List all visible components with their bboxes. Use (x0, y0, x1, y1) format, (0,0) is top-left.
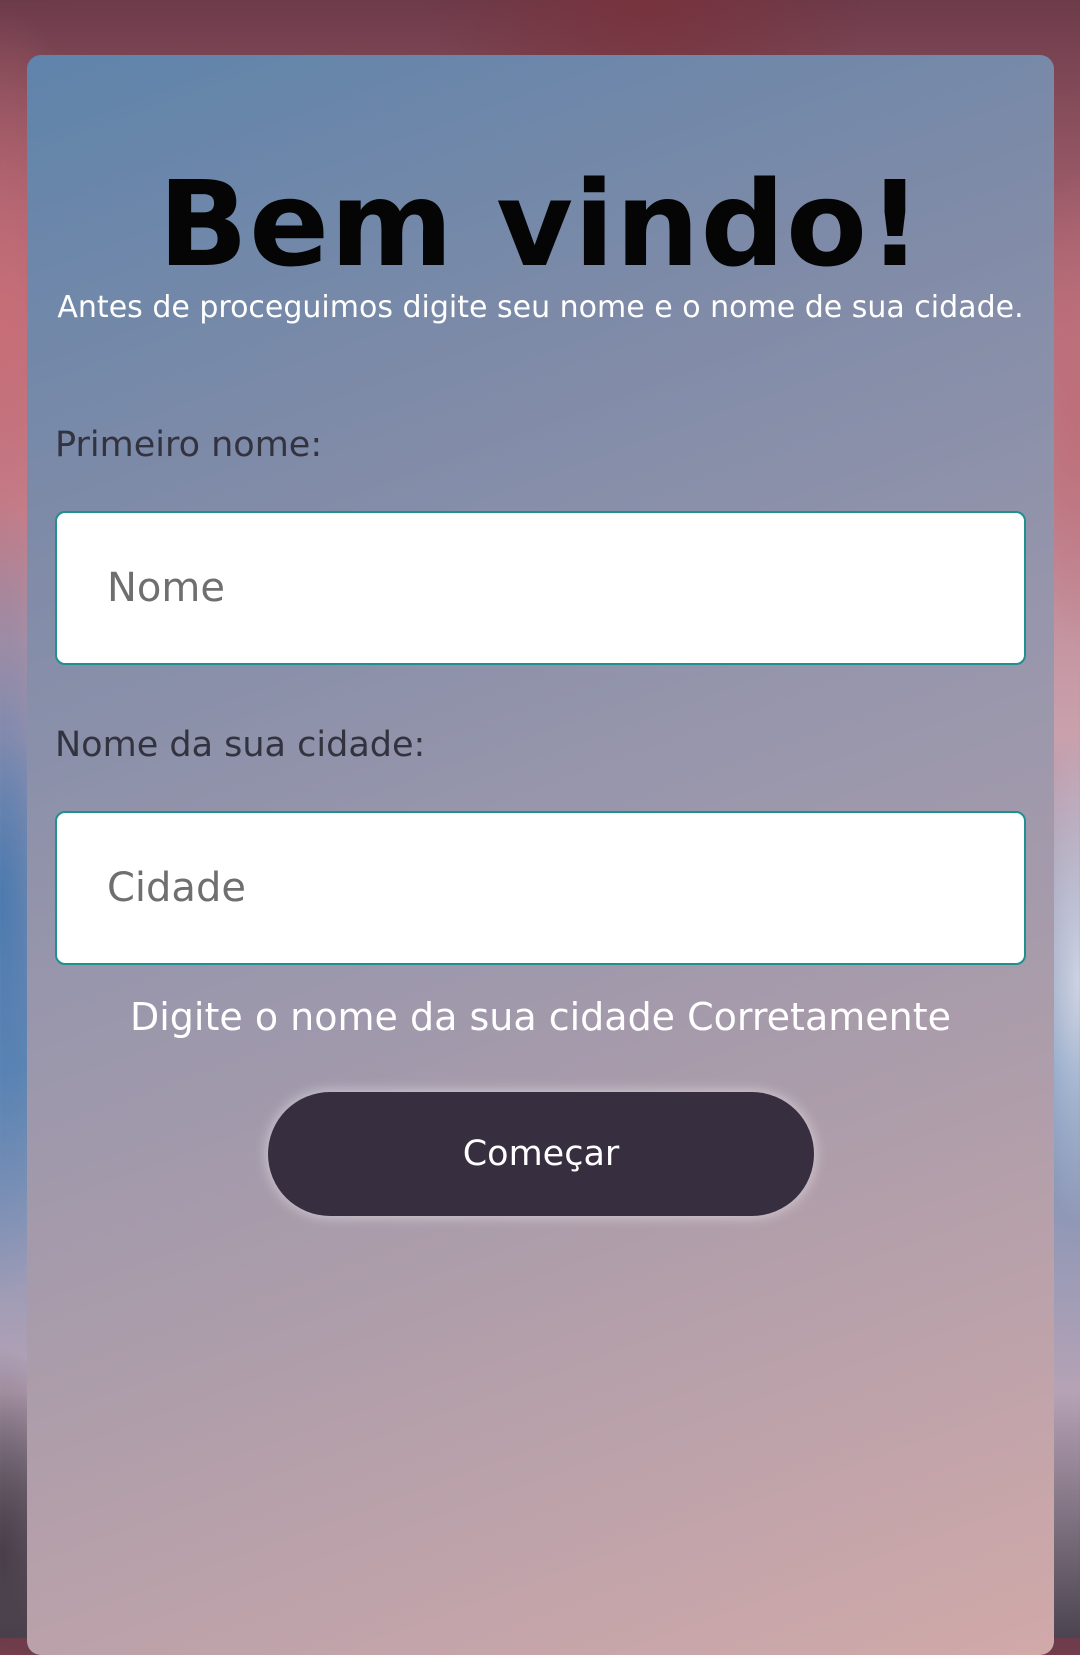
city-label: Nome da sua cidade: (55, 725, 426, 765)
city-input[interactable] (55, 811, 1026, 965)
city-hint: Digite o nome da sua cidade Corretamente (129, 995, 951, 1039)
page-subtitle: Antes de proceguimos digite seu nome e o… (57, 290, 1024, 325)
first-name-label: Primeiro nome: (55, 425, 323, 465)
first-name-input[interactable] (55, 511, 1026, 665)
page-title: Bem vindo! (158, 155, 923, 293)
start-button[interactable]: Começar (268, 1092, 814, 1216)
welcome-card: Bem vindo! Antes de proceguimos digite s… (27, 55, 1054, 1655)
